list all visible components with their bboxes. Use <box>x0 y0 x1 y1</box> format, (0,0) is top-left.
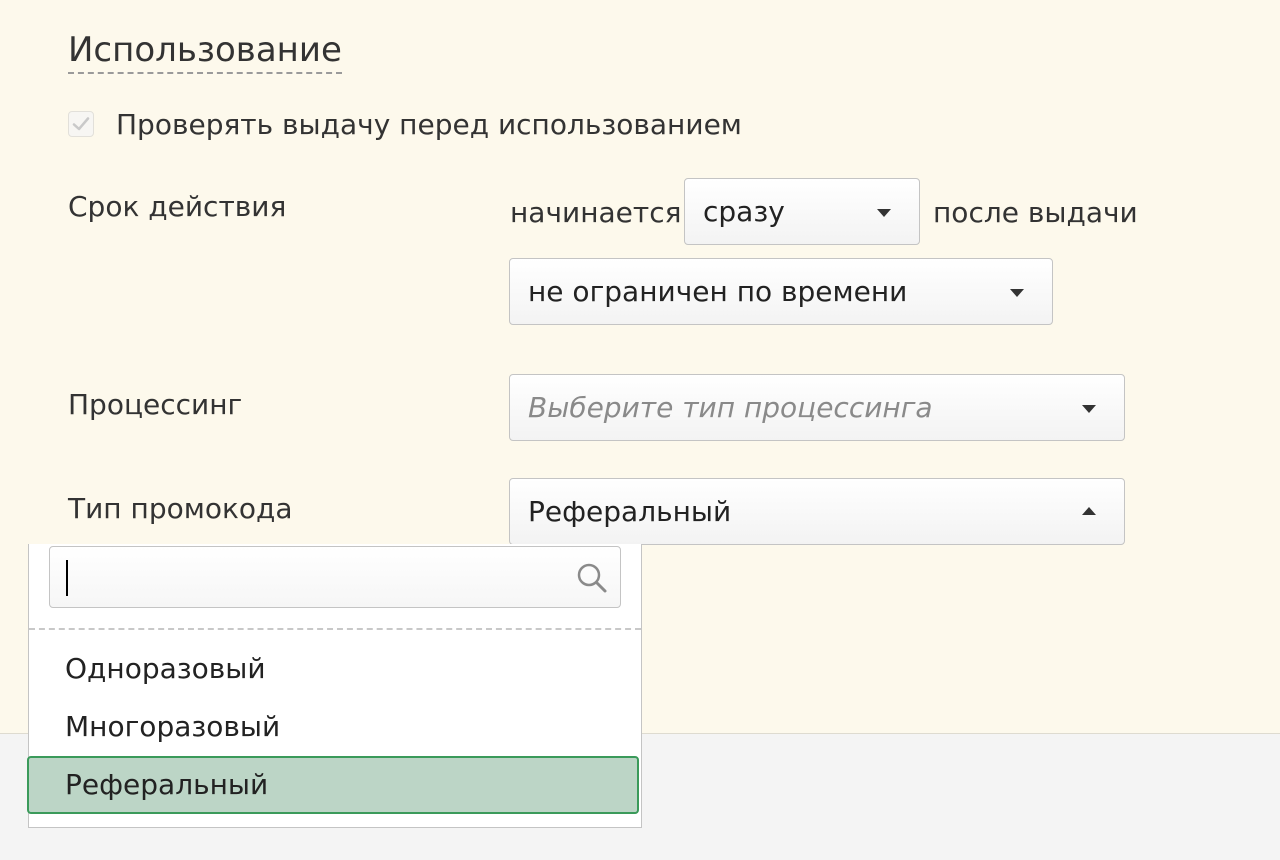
validity-label: Срок действия <box>68 190 287 223</box>
check-before-use-row[interactable]: Проверять выдачу перед использованием <box>68 104 742 144</box>
chevron-up-icon <box>1082 506 1096 515</box>
promo-type-label: Тип промокода <box>68 492 293 525</box>
chevron-down-icon <box>1082 404 1096 413</box>
processing-label: Процессинг <box>68 388 243 421</box>
promo-type-select-value: Реферальный <box>528 495 732 528</box>
option-referral[interactable]: Реферальный <box>27 756 639 814</box>
text-cursor <box>66 560 68 596</box>
validity-duration-select[interactable]: не ограничен по времени <box>509 258 1053 325</box>
promo-type-search-input[interactable] <box>49 546 621 608</box>
search-icon <box>577 563 607 593</box>
option-single-use[interactable]: Одноразовый <box>29 640 641 698</box>
promo-type-select[interactable]: Реферальный <box>509 478 1125 545</box>
chevron-down-icon <box>877 208 891 217</box>
promo-type-options: Одноразовый Многоразовый Реферальный <box>27 640 641 814</box>
check-before-use-checkbox[interactable] <box>68 111 94 137</box>
checkmark-icon <box>72 117 90 131</box>
section-title: Использование <box>68 28 342 74</box>
validity-start-select[interactable]: сразу <box>684 178 920 245</box>
dropdown-separator <box>29 628 641 630</box>
option-multi-use[interactable]: Многоразовый <box>29 698 641 756</box>
promo-type-dropdown: Одноразовый Многоразовый Реферальный <box>27 544 642 828</box>
chevron-down-icon <box>1010 288 1024 297</box>
validity-after-text: после выдачи <box>933 196 1138 229</box>
check-before-use-label: Проверять выдачу перед использованием <box>116 107 742 141</box>
validity-duration-select-value: не ограничен по времени <box>528 275 908 308</box>
processing-select-placeholder: Выберите тип процессинга <box>528 391 933 424</box>
validity-start-select-value: сразу <box>703 195 785 228</box>
processing-select[interactable]: Выберите тип процессинга <box>509 374 1125 441</box>
validity-starts-text: начинается <box>510 196 682 229</box>
